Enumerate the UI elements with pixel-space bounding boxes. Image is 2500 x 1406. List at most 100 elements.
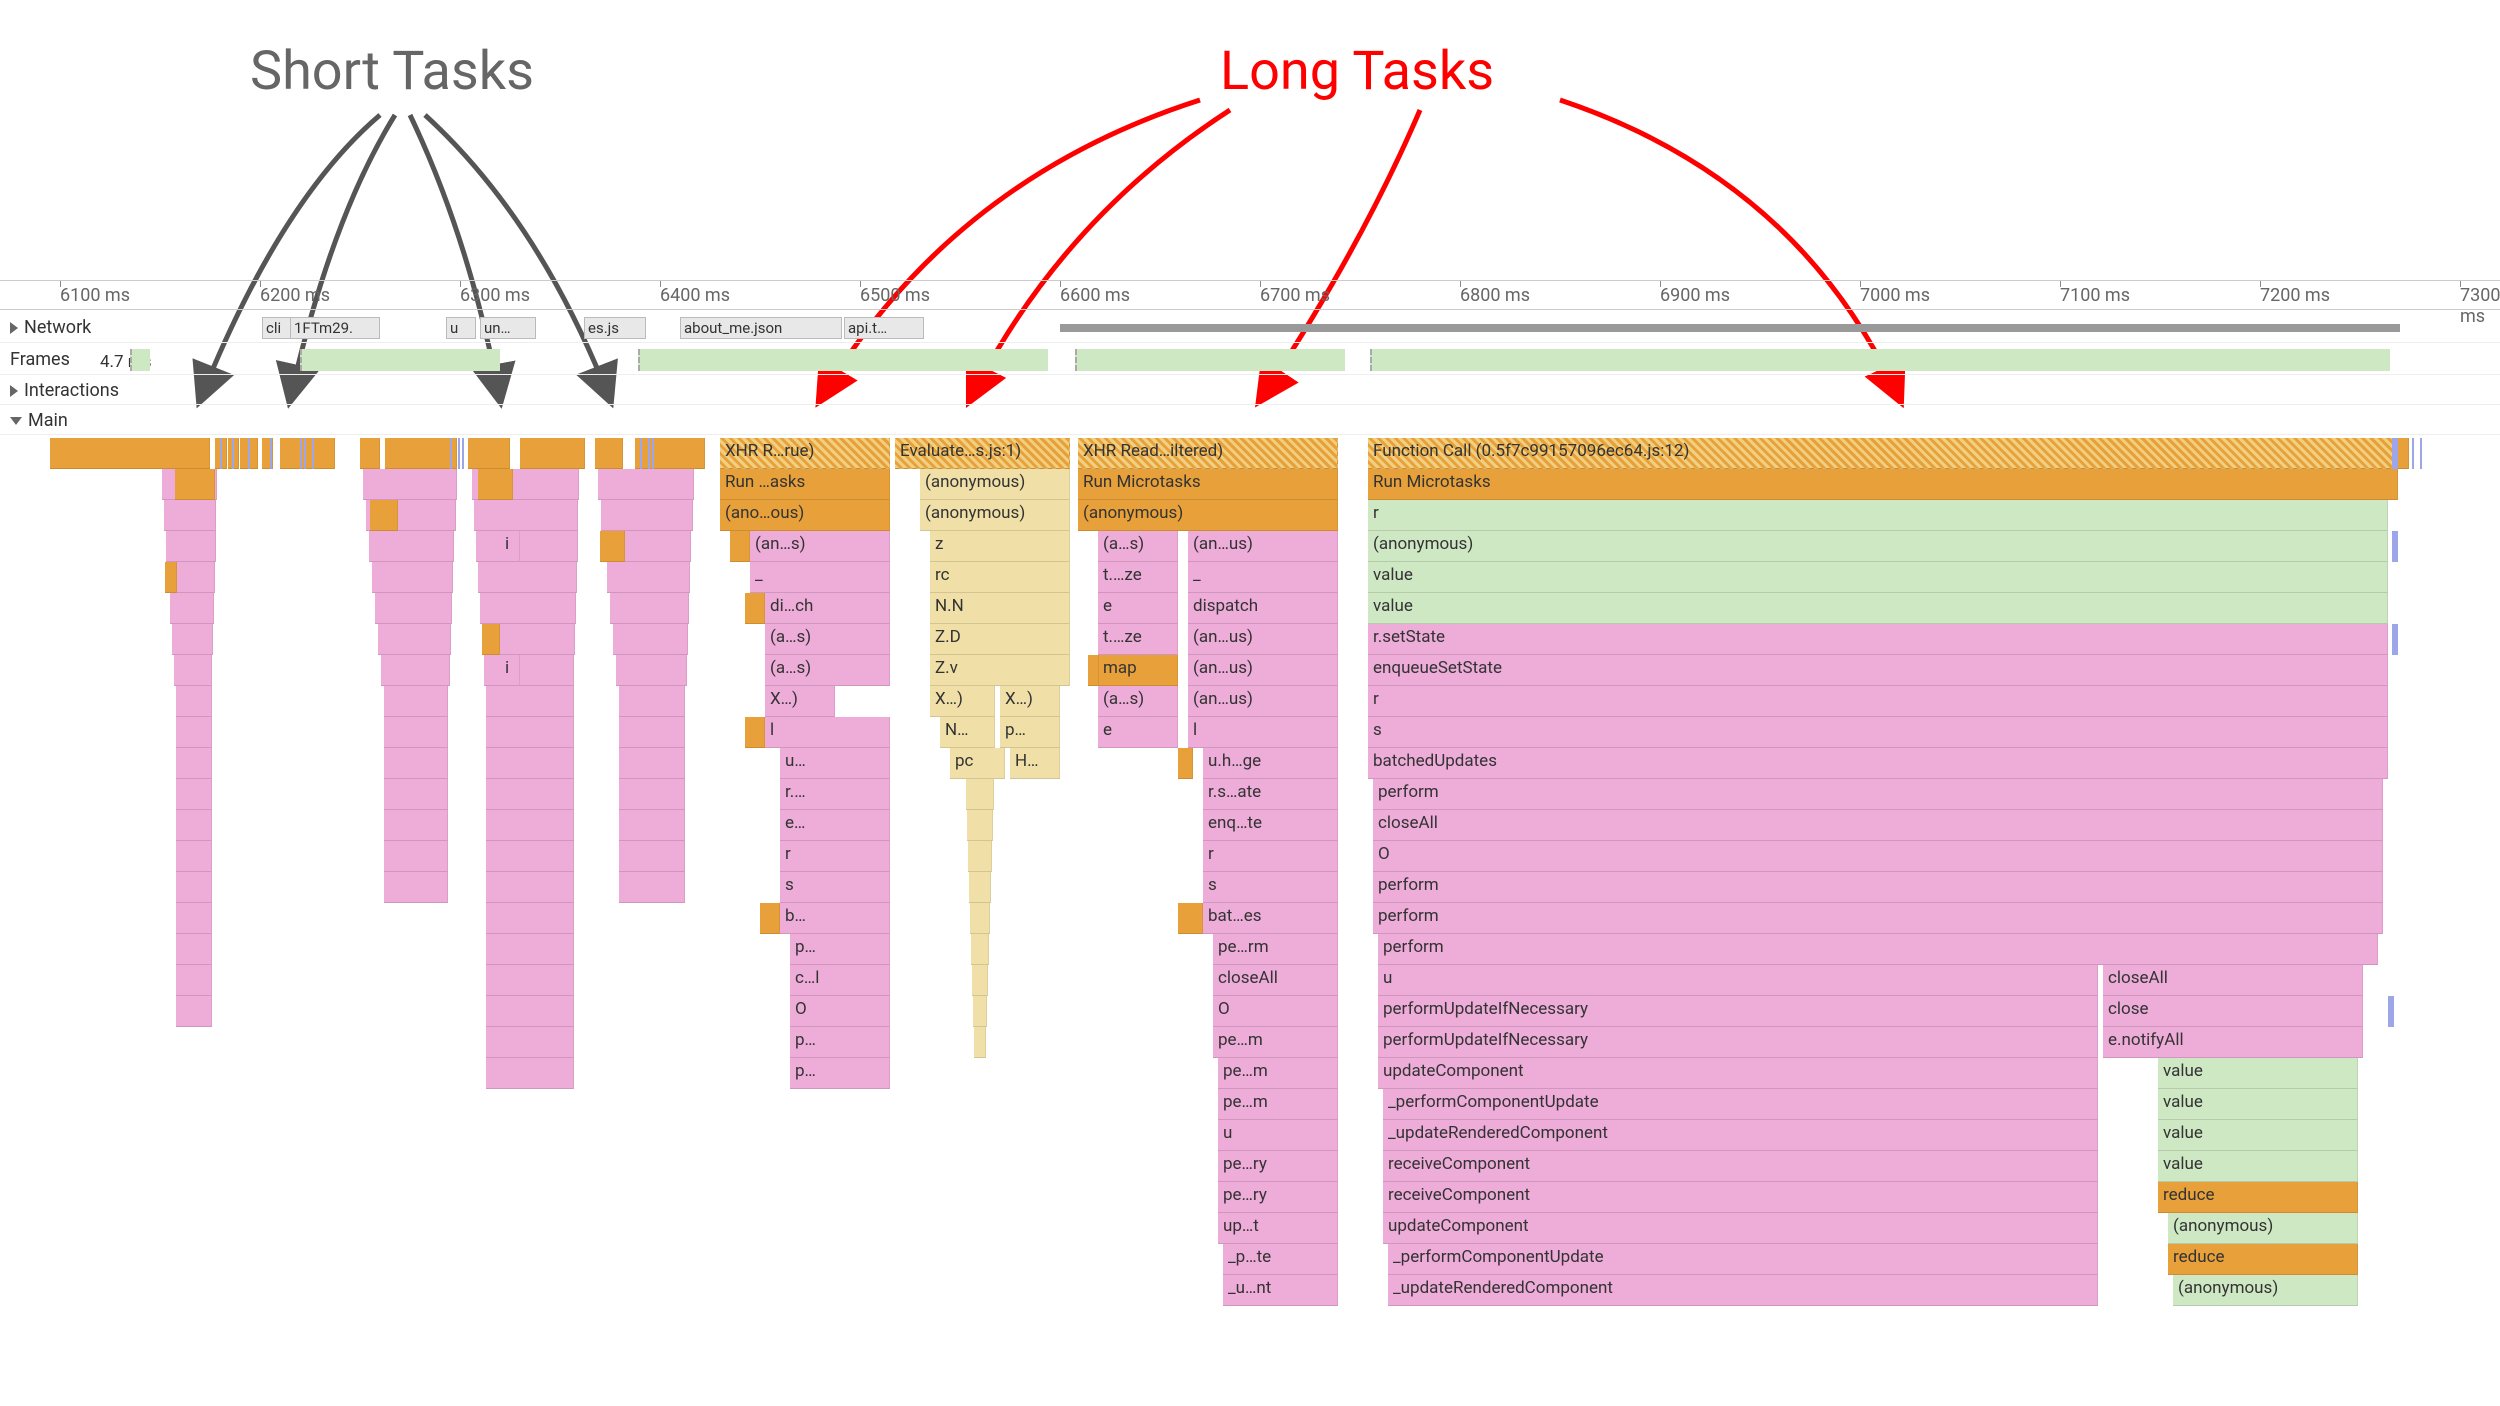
stack-frame[interactable]	[176, 872, 212, 903]
task-col4[interactable]: r	[1368, 500, 2388, 531]
accent[interactable]	[730, 531, 750, 562]
task-col3[interactable]: _u…nt	[1223, 1275, 1338, 1306]
stack-frame[interactable]	[484, 655, 574, 686]
task-col4[interactable]: _performComponentUpdate	[1383, 1089, 2098, 1120]
task-col1[interactable]: _	[750, 562, 890, 593]
stack-frame[interactable]	[375, 593, 452, 624]
task[interactable]	[468, 438, 510, 469]
task-col4[interactable]: receiveComponent	[1383, 1151, 2098, 1182]
task-col4[interactable]: Run Microtasks	[1368, 469, 2398, 500]
stack-frame[interactable]	[486, 934, 574, 965]
tail[interactable]	[970, 903, 990, 934]
task-col1[interactable]: b…	[780, 903, 890, 934]
stack-frame[interactable]	[478, 469, 513, 500]
task-col3[interactable]: (an…us)	[1188, 686, 1338, 717]
task-col4[interactable]: perform	[1373, 903, 2383, 934]
stack-frame[interactable]	[176, 903, 212, 934]
frame-bar[interactable]	[300, 349, 500, 371]
task-col1[interactable]: r	[780, 841, 890, 872]
task-col4[interactable]: receiveComponent	[1383, 1182, 2098, 1213]
accent[interactable]	[1088, 655, 1099, 686]
task-col4[interactable]: batchedUpdates	[1368, 748, 2388, 779]
stack-frame[interactable]	[384, 779, 448, 810]
task-col1[interactable]: p…	[790, 1027, 890, 1058]
task-col4[interactable]: e.notifyAll	[2103, 1027, 2363, 1058]
frame-bar[interactable]	[1075, 349, 1345, 371]
task-col3[interactable]: up…t	[1218, 1213, 1338, 1244]
network-request[interactable]: un…	[480, 317, 536, 339]
network-request[interactable]: about_me.json	[680, 317, 842, 339]
task-col2[interactable]: X…)	[930, 686, 995, 717]
task-col1[interactable]: (ano…ous)	[720, 500, 890, 531]
task-col3[interactable]: (an…us)	[1188, 531, 1338, 562]
stack-frame[interactable]: i	[500, 655, 520, 686]
task-col3[interactable]: enq…te	[1203, 810, 1338, 841]
frame-bar[interactable]	[638, 349, 1048, 371]
task-col1[interactable]: p…	[790, 934, 890, 965]
stack-frame[interactable]: i	[500, 531, 520, 562]
task-col2[interactable]: X…)	[1000, 686, 1060, 717]
task-col2[interactable]: rc	[930, 562, 1070, 593]
task-col4[interactable]: _performComponentUpdate	[1388, 1244, 2098, 1275]
task-col1[interactable]: p…	[790, 1058, 890, 1089]
stack-frame[interactable]	[613, 624, 688, 655]
task-col4[interactable]: value	[2158, 1089, 2358, 1120]
task-col4[interactable]: perform	[1373, 779, 2383, 810]
frame-bar[interactable]	[1370, 349, 2390, 371]
task-col4[interactable]: closeAll	[1373, 810, 2383, 841]
task-col1[interactable]: Run …asks	[720, 469, 890, 500]
stack-frame[interactable]	[176, 748, 212, 779]
task-col4[interactable]: u	[1378, 965, 2098, 996]
stack-frame[interactable]	[486, 717, 574, 748]
task-col1[interactable]: di…ch	[765, 593, 890, 624]
stack-frame[interactable]	[381, 655, 450, 686]
task-col3[interactable]: r	[1203, 841, 1338, 872]
task-col4[interactable]: Function Call (0.5f7c99157096ec64.js:12)	[1368, 438, 2398, 469]
task-col2[interactable]: Z.v	[930, 655, 1070, 686]
stack-frame[interactable]	[619, 717, 685, 748]
task-col4[interactable]: closeAll	[2103, 965, 2363, 996]
frames-track[interactable]: Frames 4.7 ms71.9 ms270.2 ms128.5 ms537.…	[0, 345, 2500, 375]
task-col3[interactable]: pe…ry	[1218, 1151, 1338, 1182]
stack-frame[interactable]	[384, 717, 448, 748]
task-col2[interactable]: z	[930, 531, 1070, 562]
task-col1[interactable]: u…	[780, 748, 890, 779]
task-col1[interactable]: X…)	[765, 686, 835, 717]
tail[interactable]	[969, 872, 991, 903]
stack-frame[interactable]	[369, 531, 454, 562]
task-col4[interactable]: value	[2158, 1151, 2358, 1182]
accent[interactable]	[760, 903, 780, 934]
task-col3[interactable]: u.h…ge	[1203, 748, 1338, 779]
stack-frame[interactable]	[486, 686, 574, 717]
task-col4[interactable]: (anonymous)	[1368, 531, 2388, 562]
stack-frame[interactable]	[176, 686, 212, 717]
timeline-ruler[interactable]: 6100 ms6200 ms6300 ms6400 ms6500 ms6600 …	[0, 280, 2500, 310]
task-col3[interactable]: e	[1098, 717, 1178, 748]
stack-frame[interactable]	[164, 500, 216, 531]
task[interactable]	[360, 438, 380, 469]
stack-frame[interactable]	[619, 686, 685, 717]
stack-frame[interactable]	[486, 965, 574, 996]
stack-frame[interactable]	[176, 996, 212, 1027]
task[interactable]	[50, 438, 210, 469]
task[interactable]	[520, 438, 585, 469]
stack-frame[interactable]	[176, 779, 212, 810]
stack-frame[interactable]	[480, 593, 576, 624]
interactions-label[interactable]: Interactions	[10, 380, 119, 401]
task-col3[interactable]: _p…te	[1223, 1244, 1338, 1275]
task-col2[interactable]: p…	[1000, 717, 1060, 748]
task-col2[interactable]: pc	[950, 748, 1005, 779]
stack-frame[interactable]	[165, 562, 177, 593]
task-col3[interactable]: pe…ry	[1218, 1182, 1338, 1213]
task-col3[interactable]: s	[1203, 872, 1338, 903]
task-col4[interactable]: updateComponent	[1378, 1058, 2098, 1089]
stack-frame[interactable]	[616, 655, 687, 686]
stack-frame[interactable]	[172, 624, 213, 655]
frame-bar[interactable]	[130, 349, 150, 371]
task-col1[interactable]: s	[780, 872, 890, 903]
task[interactable]	[635, 438, 705, 469]
task-col4[interactable]: reduce	[2158, 1182, 2358, 1213]
stack-frame[interactable]	[486, 996, 574, 1027]
task[interactable]	[595, 438, 623, 469]
stack-frame[interactable]	[600, 531, 625, 562]
